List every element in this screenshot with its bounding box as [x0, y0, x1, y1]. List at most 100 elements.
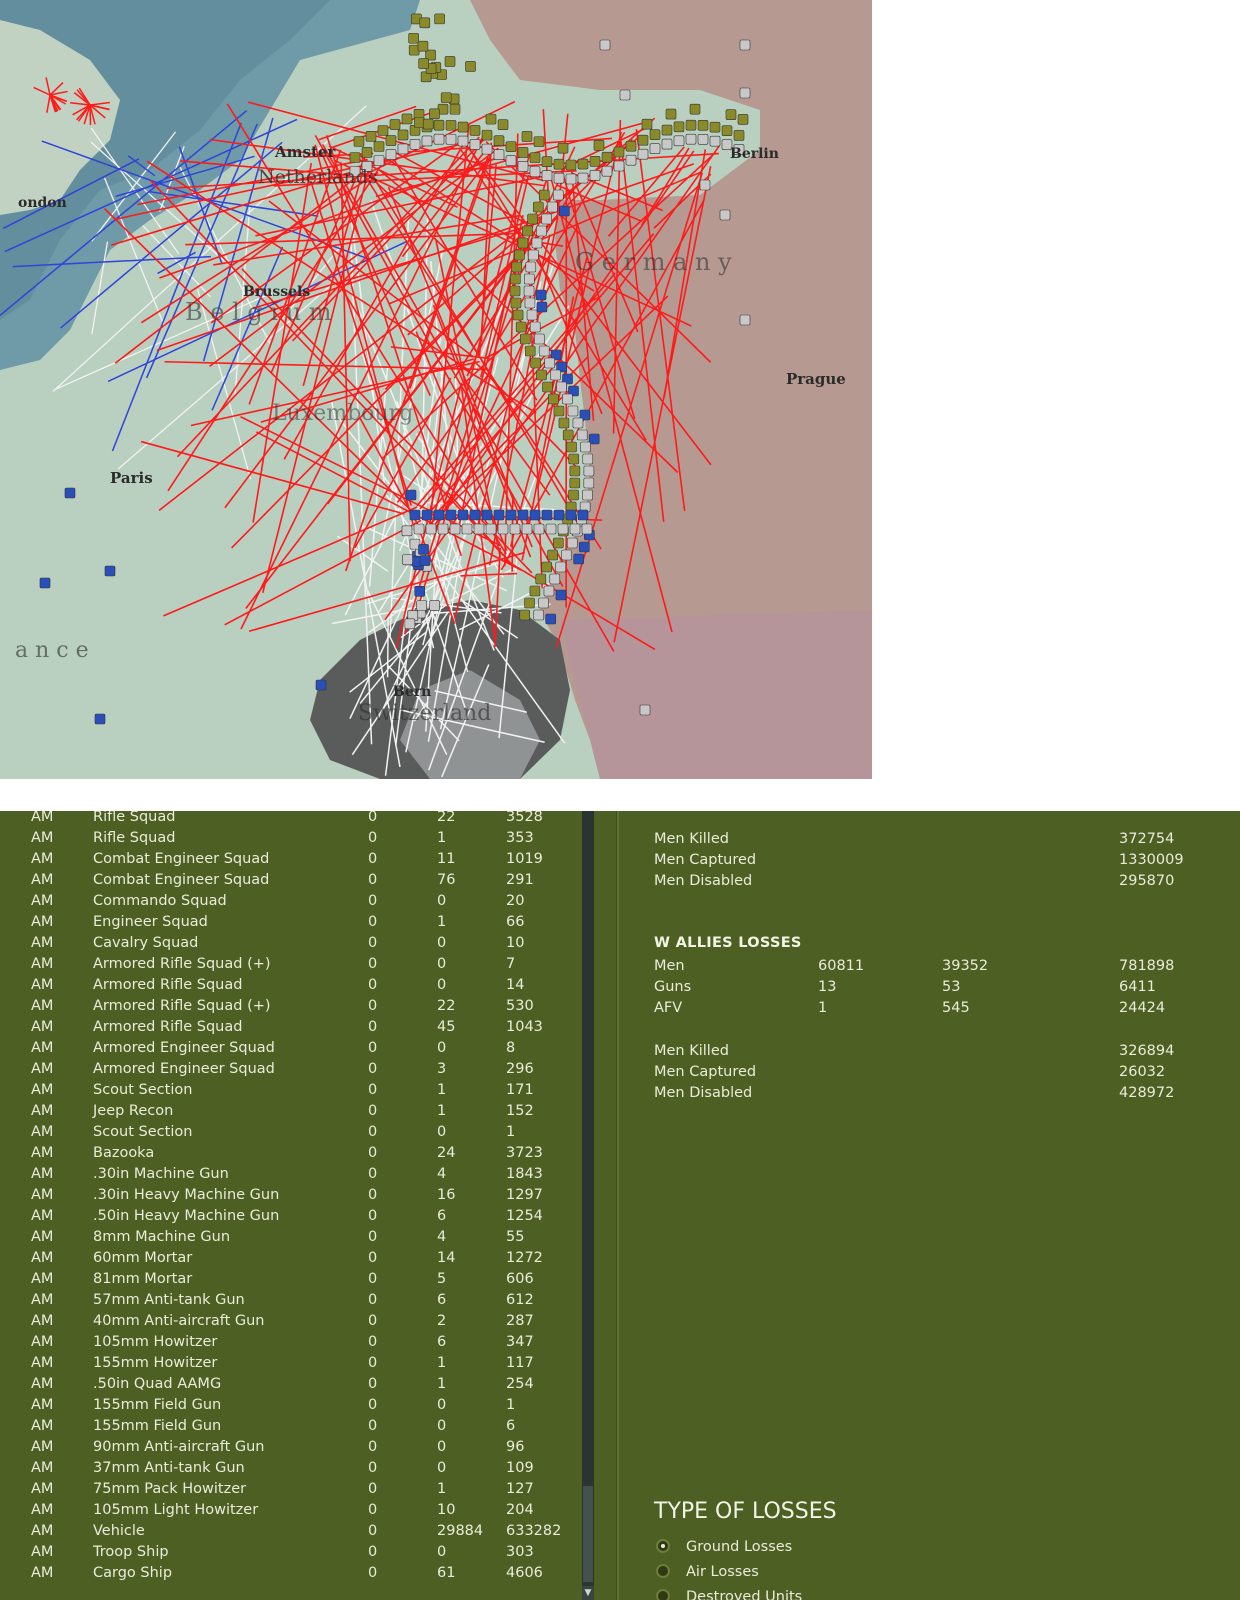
axis-unit-counter[interactable]	[461, 523, 473, 535]
allied-unit-counter[interactable]	[733, 130, 745, 141]
table-row[interactable]: AM 155mm Field Gun 0 0 1	[0, 1395, 580, 1416]
allied-unit-counter[interactable]	[536, 369, 547, 381]
axis-unit-counter[interactable]	[697, 133, 709, 145]
axis-unit-counter[interactable]	[639, 704, 651, 716]
axis-unit-counter[interactable]	[561, 549, 572, 561]
allied-unit-counter[interactable]	[538, 189, 550, 201]
axis-unit-counter[interactable]	[445, 133, 457, 145]
axis-unit-counter[interactable]	[373, 155, 385, 166]
allied-unit-counter[interactable]	[553, 405, 565, 417]
table-row[interactable]: AM Armored Rifle Squad 0 45 1043	[0, 1017, 580, 1038]
allied-unit-counter[interactable]	[481, 129, 493, 141]
table-row[interactable]: AM Combat Engineer Squad 0 76 291	[0, 870, 580, 891]
axis-unit-counter[interactable]	[457, 135, 469, 147]
allied-unit-counter[interactable]	[419, 17, 431, 29]
allied-unit-counter[interactable]	[577, 158, 589, 170]
allied-unit-counter[interactable]	[689, 103, 701, 115]
allied-unit-counter[interactable]	[449, 103, 461, 115]
allied-unit-counter[interactable]	[434, 13, 445, 25]
axis-unit-counter[interactable]	[673, 135, 685, 147]
axis-unit-counter[interactable]	[524, 273, 535, 285]
axis-unit-counter[interactable]	[485, 523, 497, 535]
allied-unit-counter[interactable]	[365, 131, 377, 142]
table-row[interactable]: AM Commando Squad 0 0 20	[0, 891, 580, 912]
allied-unit-counter[interactable]	[521, 131, 533, 142]
radio-button-icon[interactable]	[656, 1589, 670, 1600]
allied-unit-counter[interactable]	[512, 309, 524, 321]
allied-unit-counter[interactable]	[697, 119, 709, 131]
table-row[interactable]: AM .50in Heavy Machine Gun 0 6 1254	[0, 1206, 580, 1227]
allied-unit-counter[interactable]	[533, 201, 544, 213]
allied-unit-counter[interactable]	[557, 142, 569, 154]
axis-unit-counter[interactable]	[433, 133, 445, 145]
blue-unit-counter[interactable]	[559, 205, 570, 217]
unit-counter[interactable]	[418, 544, 429, 555]
axis-unit-counter[interactable]	[549, 573, 561, 585]
table-row[interactable]: AM 155mm Field Gun 0 0 6	[0, 1416, 580, 1437]
allied-unit-counter[interactable]	[418, 58, 429, 69]
axis-unit-counter[interactable]	[425, 523, 437, 535]
axis-unit-counter[interactable]	[413, 523, 425, 535]
radio-option[interactable]: Air Losses	[656, 1561, 956, 1583]
table-row[interactable]: AM 81mm Mortar 0 5 606	[0, 1269, 580, 1290]
table-row[interactable]: AM Rifle Squad 0 22 3528	[0, 811, 580, 828]
allied-unit-counter[interactable]	[685, 119, 697, 131]
allied-unit-counter[interactable]	[353, 136, 365, 147]
axis-unit-counter[interactable]	[719, 209, 731, 221]
axis-unit-counter[interactable]	[547, 201, 558, 213]
scroll-down-arrow-icon[interactable]: ▼	[582, 1586, 594, 1600]
axis-unit-counter[interactable]	[493, 149, 505, 161]
blue-unit-counter[interactable]	[577, 509, 589, 521]
axis-unit-counter[interactable]	[545, 523, 557, 535]
axis-unit-counter[interactable]	[533, 609, 545, 621]
allied-unit-counter[interactable]	[613, 146, 625, 158]
axis-unit-counter[interactable]	[449, 523, 461, 535]
axis-unit-counter[interactable]	[566, 537, 578, 549]
axis-unit-counter[interactable]	[385, 149, 397, 160]
allied-unit-counter[interactable]	[389, 119, 401, 130]
axis-unit-counter[interactable]	[409, 139, 421, 150]
allied-unit-counter[interactable]	[562, 429, 574, 441]
allied-unit-counter[interactable]	[637, 134, 649, 146]
allied-unit-counter[interactable]	[725, 109, 737, 120]
blue-unit-counter[interactable]	[529, 509, 541, 521]
allied-unit-counter[interactable]	[469, 125, 481, 136]
allied-unit-counter[interactable]	[665, 108, 677, 120]
allied-unit-counter[interactable]	[709, 121, 721, 133]
axis-unit-counter[interactable]	[567, 405, 579, 417]
allied-unit-counter[interactable]	[673, 121, 685, 133]
axis-unit-counter[interactable]	[533, 523, 545, 535]
blue-unit-counter[interactable]	[535, 289, 547, 301]
blue-unit-counter[interactable]	[421, 509, 433, 521]
table-row[interactable]: AM Engineer Squad 0 1 66	[0, 912, 580, 933]
allied-unit-counter[interactable]	[649, 129, 661, 140]
axis-unit-counter[interactable]	[550, 369, 561, 381]
axis-unit-counter[interactable]	[576, 429, 588, 441]
axis-unit-counter[interactable]	[529, 166, 541, 177]
axis-unit-counter[interactable]	[481, 143, 493, 155]
axis-unit-counter[interactable]	[572, 417, 584, 429]
axis-unit-counter[interactable]	[583, 477, 595, 489]
allied-unit-counter[interactable]	[565, 159, 577, 171]
allied-unit-counter[interactable]	[444, 56, 456, 67]
blue-unit-counter[interactable]	[409, 509, 421, 521]
unit-counter[interactable]	[429, 600, 440, 611]
axis-unit-counter[interactable]	[469, 139, 481, 150]
allied-unit-counter[interactable]	[401, 113, 413, 125]
allied-unit-counter[interactable]	[519, 609, 531, 621]
axis-unit-counter[interactable]	[497, 523, 509, 535]
allied-unit-counter[interactable]	[589, 156, 601, 167]
table-row[interactable]: AM 75mm Pack Howitzer 0 1 127	[0, 1479, 580, 1500]
axis-unit-counter[interactable]	[739, 314, 751, 326]
axis-unit-counter[interactable]	[709, 135, 721, 147]
blue-unit-counter[interactable]	[573, 553, 584, 565]
table-row[interactable]: AM Scout Section 0 1 171	[0, 1080, 580, 1101]
allied-unit-counter[interactable]	[566, 441, 577, 453]
table-row[interactable]: AM Jeep Recon 0 1 152	[0, 1101, 580, 1122]
blue-unit-counter[interactable]	[517, 509, 529, 521]
blue-unit-counter[interactable]	[39, 577, 51, 589]
unit-counter[interactable]	[401, 525, 413, 537]
allied-unit-counter[interactable]	[524, 345, 536, 357]
scroll-thumb[interactable]	[583, 1486, 593, 1582]
axis-unit-counter[interactable]	[625, 154, 637, 166]
